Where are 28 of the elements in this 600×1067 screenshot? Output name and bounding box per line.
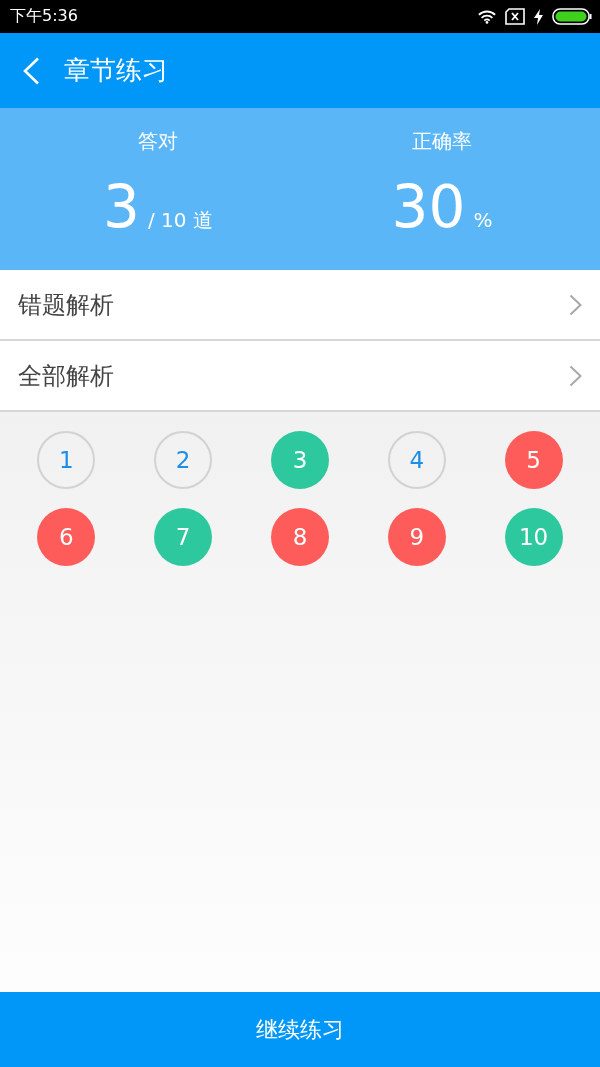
chevron-left-icon	[22, 56, 40, 85]
stat-label: 答对	[138, 128, 178, 154]
battery-icon	[552, 8, 592, 25]
chevron-right-icon	[569, 364, 582, 387]
menu-item[interactable]: 错题解析	[0, 270, 600, 341]
stat-unit: / 10 道	[148, 207, 213, 234]
back-button[interactable]	[22, 56, 40, 85]
stat-value: 3	[103, 174, 140, 240]
question-number-button[interactable]: 5	[504, 431, 563, 489]
screen-title: 章节练习	[64, 54, 168, 87]
question-number-button[interactable]: 8	[271, 508, 329, 566]
question-number-button[interactable]: 2	[154, 431, 213, 489]
chevron-right-icon	[569, 293, 582, 316]
status-time: 下午5:36	[10, 6, 78, 27]
question-number-button[interactable]: 9	[387, 508, 446, 566]
continue-button[interactable]: 继续练习	[0, 992, 600, 1067]
stat-value: 30	[391, 174, 466, 240]
question-number-button[interactable]: 1	[37, 431, 96, 489]
charging-icon	[534, 8, 543, 25]
question-number-button[interactable]: 7	[154, 508, 213, 566]
question-number-button[interactable]: 3	[271, 431, 329, 489]
question-number-button[interactable]: 10	[504, 508, 563, 566]
stat-label: 正确率	[412, 128, 472, 154]
sim-card-icon	[505, 8, 525, 25]
wifi-icon	[478, 9, 496, 24]
question-number-button[interactable]: 6	[37, 508, 96, 566]
stat-unit: %	[473, 208, 493, 232]
question-number-button[interactable]: 4	[387, 431, 446, 489]
